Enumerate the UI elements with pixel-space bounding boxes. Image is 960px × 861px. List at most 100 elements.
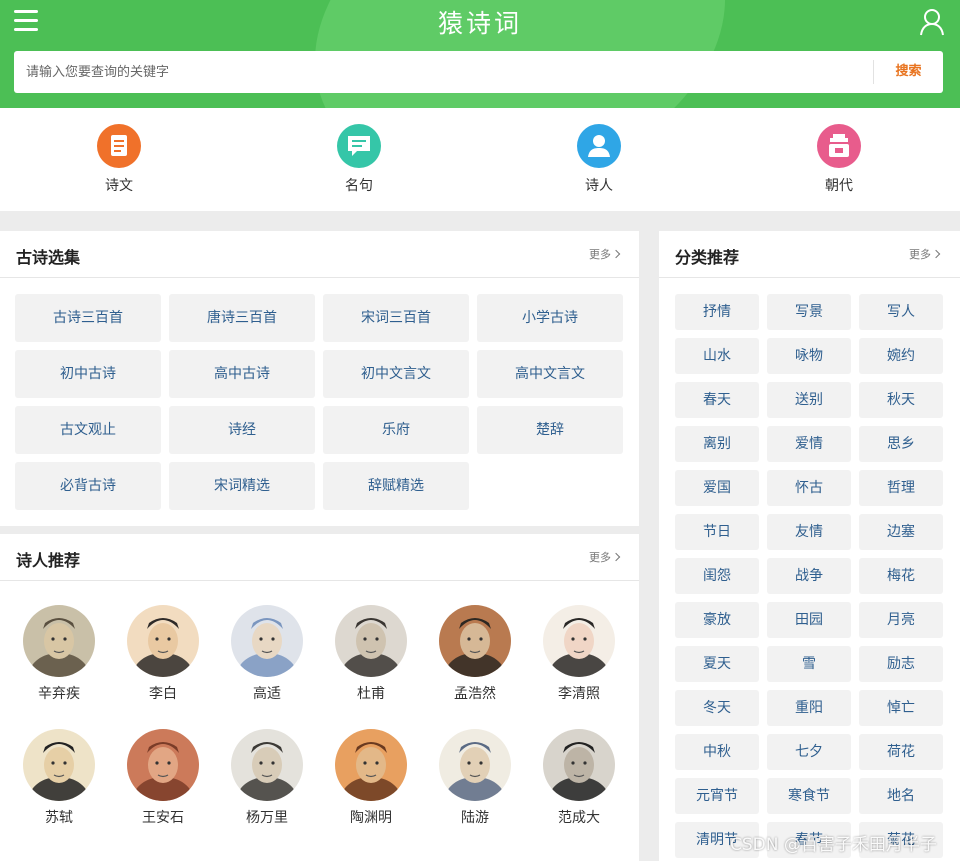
poet-card[interactable]: 苏轼 <box>19 729 99 827</box>
collections-panel: 古诗选集 更多 古诗三百首 唐诗三百首 宋词三百首 小学古诗初中古诗 高中古诗 初中文言文… <box>0 231 639 526</box>
poet-avatar <box>231 605 303 677</box>
tag-chip[interactable]: 秋天 <box>859 382 943 418</box>
search-button[interactable]: 搜索 <box>874 51 943 93</box>
tag-chip[interactable]: 悼亡 <box>859 690 943 726</box>
tag-chip[interactable]: 雪 <box>767 646 851 682</box>
panel-title: 分类推荐 <box>675 248 740 267</box>
tag-chip[interactable]: 战争 <box>767 558 851 594</box>
poet-name: 李白 <box>149 686 177 702</box>
poet-name: 辛弃疾 <box>38 686 80 702</box>
tag-chip[interactable]: 荷花 <box>859 734 943 770</box>
chat-icon <box>337 124 381 168</box>
tag-chip[interactable]: 田园 <box>767 602 851 638</box>
app-title: 猿诗词 <box>437 9 522 38</box>
tag-chip[interactable]: 月亮 <box>859 602 943 638</box>
more-link[interactable]: 更多 <box>589 549 621 565</box>
tag-chip[interactable]: 励志 <box>859 646 943 682</box>
collection-chip[interactable]: 初中文言文 <box>323 350 469 398</box>
chevron-right-icon <box>611 249 621 259</box>
tag-chip[interactable]: 山水 <box>675 338 759 374</box>
collection-chip[interactable]: 古诗三百首 <box>15 294 161 342</box>
tag-chip[interactable]: 夏天 <box>675 646 759 682</box>
tag-chip[interactable]: 春天 <box>675 382 759 418</box>
poet-card[interactable]: 辛弃疾 <box>19 605 99 703</box>
poet-card[interactable]: 李白 <box>123 605 203 703</box>
collection-chip[interactable]: 古文观止 <box>15 406 161 454</box>
poet-card[interactable]: 王安石 <box>123 729 203 827</box>
tag-chip[interactable]: 七夕 <box>767 734 851 770</box>
panel-header: 诗人推荐 更多 <box>0 534 639 581</box>
poet-name: 王安石 <box>142 810 184 826</box>
category-poets[interactable]: 诗人 <box>539 124 659 195</box>
poet-card[interactable]: 杜甫 <box>331 605 411 703</box>
category-poems[interactable]: 诗文 <box>59 124 179 195</box>
app-header: 猿诗词 搜索 <box>0 0 960 108</box>
tag-chip[interactable]: 咏物 <box>767 338 851 374</box>
tag-chip[interactable]: 地名 <box>859 778 943 814</box>
category-dynasty[interactable]: 朝代 <box>779 124 899 195</box>
poet-card[interactable]: 孟浩然 <box>435 605 515 703</box>
poet-card[interactable]: 李清照 <box>539 605 619 703</box>
tag-chip[interactable]: 梅花 <box>859 558 943 594</box>
poet-avatar <box>335 605 407 677</box>
tag-chip[interactable]: 婉约 <box>859 338 943 374</box>
user-icon[interactable] <box>918 8 946 36</box>
poet-avatar <box>127 729 199 801</box>
category-label: 朝代 <box>825 178 853 194</box>
tag-chip[interactable]: 爱国 <box>675 470 759 506</box>
tag-chip[interactable]: 写人 <box>859 294 943 330</box>
search-input[interactable] <box>14 51 872 93</box>
tag-chip[interactable]: 送别 <box>767 382 851 418</box>
tag-chip[interactable]: 爱情 <box>767 426 851 462</box>
tag-chip[interactable]: 中秋 <box>675 734 759 770</box>
poet-avatar <box>127 605 199 677</box>
poet-avatar <box>23 729 95 801</box>
tag-chip[interactable]: 节日 <box>675 514 759 550</box>
chevron-right-icon <box>611 552 621 562</box>
poet-name: 范成大 <box>558 810 600 826</box>
category-quotes[interactable]: 名句 <box>299 124 419 195</box>
tag-chip[interactable]: 冬天 <box>675 690 759 726</box>
panel-title: 诗人推荐 <box>16 551 81 570</box>
collection-chip[interactable]: 宋词精选 <box>169 462 315 510</box>
tag-chip[interactable]: 元宵节 <box>675 778 759 814</box>
tag-chip[interactable]: 哲理 <box>859 470 943 506</box>
collection-chip[interactable]: 辞赋精选 <box>323 462 469 510</box>
poet-name: 李清照 <box>558 686 600 702</box>
collection-chip[interactable]: 必背古诗 <box>15 462 161 510</box>
tag-chip[interactable]: 豪放 <box>675 602 759 638</box>
collection-chip[interactable]: 宋词三百首 <box>323 294 469 342</box>
collection-chip[interactable]: 高中古诗 <box>169 350 315 398</box>
collection-chip[interactable]: 小学古诗 <box>477 294 623 342</box>
collection-chip[interactable]: 初中古诗 <box>15 350 161 398</box>
tag-chip[interactable]: 离别 <box>675 426 759 462</box>
poet-name: 苏轼 <box>45 810 73 826</box>
collection-chip[interactable]: 高中文言文 <box>477 350 623 398</box>
more-link[interactable]: 更多 <box>589 246 621 262</box>
collection-chip[interactable]: 诗经 <box>169 406 315 454</box>
tag-chip[interactable]: 怀古 <box>767 470 851 506</box>
poet-name: 高适 <box>253 686 281 702</box>
tag-chip[interactable]: 闺怨 <box>675 558 759 594</box>
poet-card[interactable]: 陆游 <box>435 729 515 827</box>
poet-card[interactable]: 陶渊明 <box>331 729 411 827</box>
poet-avatar <box>439 605 511 677</box>
poet-avatar <box>23 605 95 677</box>
collection-chip[interactable]: 楚辞 <box>477 406 623 454</box>
tag-chip[interactable]: 抒情 <box>675 294 759 330</box>
collection-chip[interactable]: 唐诗三百首 <box>169 294 315 342</box>
poet-name: 陶渊明 <box>350 810 392 826</box>
more-link[interactable]: 更多 <box>909 246 941 262</box>
tag-chip[interactable]: 重阳 <box>767 690 851 726</box>
panel-title: 古诗选集 <box>16 248 81 267</box>
tag-chip[interactable]: 友情 <box>767 514 851 550</box>
tag-chip[interactable]: 思乡 <box>859 426 943 462</box>
poet-card[interactable]: 杨万里 <box>227 729 307 827</box>
collection-chip[interactable]: 乐府 <box>323 406 469 454</box>
tag-chip[interactable]: 写景 <box>767 294 851 330</box>
poet-avatar <box>543 605 615 677</box>
poet-card[interactable]: 范成大 <box>539 729 619 827</box>
poet-card[interactable]: 高适 <box>227 605 307 703</box>
tag-chip[interactable]: 寒食节 <box>767 778 851 814</box>
tag-chip[interactable]: 边塞 <box>859 514 943 550</box>
